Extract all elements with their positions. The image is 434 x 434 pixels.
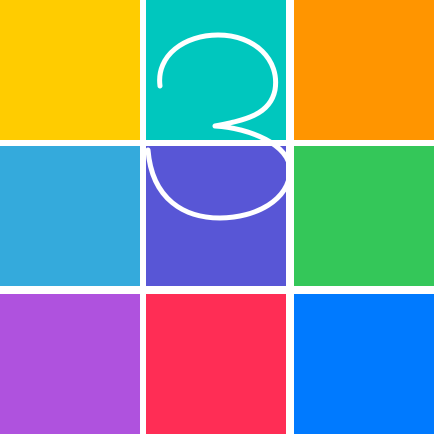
tile-pink [146,294,286,434]
tile-blue [294,294,434,434]
tile-orange [294,0,434,140]
tile-light-blue [0,146,140,286]
tile-purple [0,294,140,434]
color-grid-logo [0,0,434,434]
tile-teal [146,0,286,140]
tile-indigo [146,146,286,286]
tile-yellow [0,0,140,140]
tile-green [294,146,434,286]
